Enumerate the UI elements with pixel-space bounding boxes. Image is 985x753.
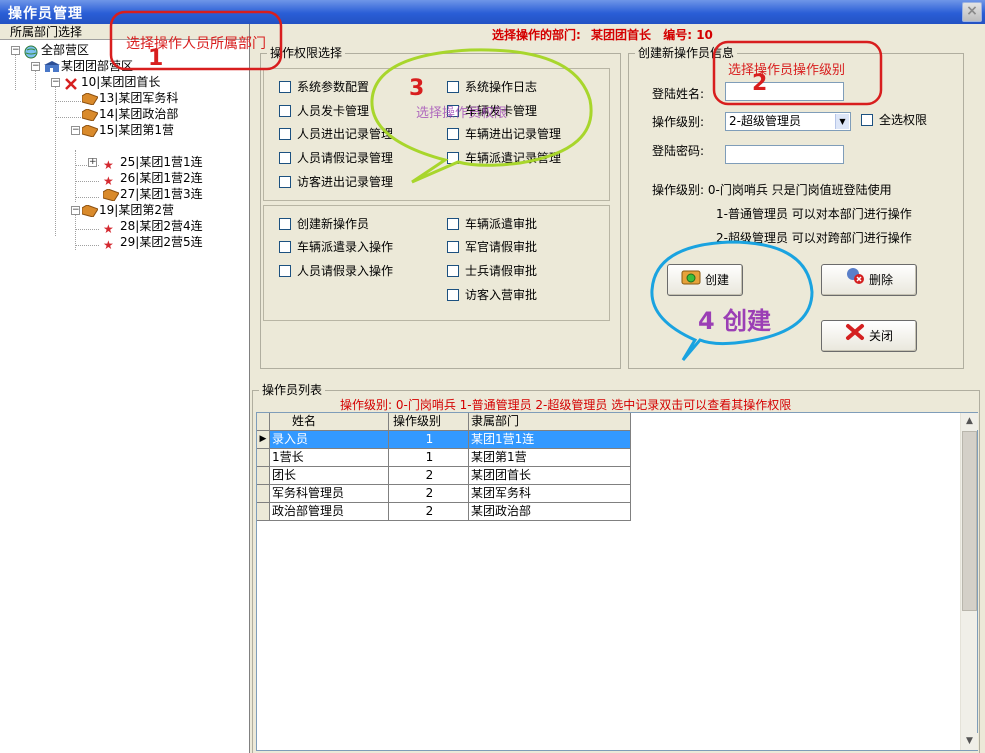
annotation-1-text: 选择操作人员所属部门 bbox=[126, 36, 266, 52]
annotation-2-number: 2 bbox=[752, 71, 768, 96]
annotation-4-text: 4 创建 bbox=[698, 307, 772, 335]
annotation-1-number: 1 bbox=[148, 46, 164, 71]
annotation-3-text: 选择操作员权限 bbox=[416, 106, 508, 121]
annotation-3-number: 3 bbox=[409, 76, 425, 101]
annotation-2-text: 选择操作员操作级别 bbox=[728, 63, 846, 78]
